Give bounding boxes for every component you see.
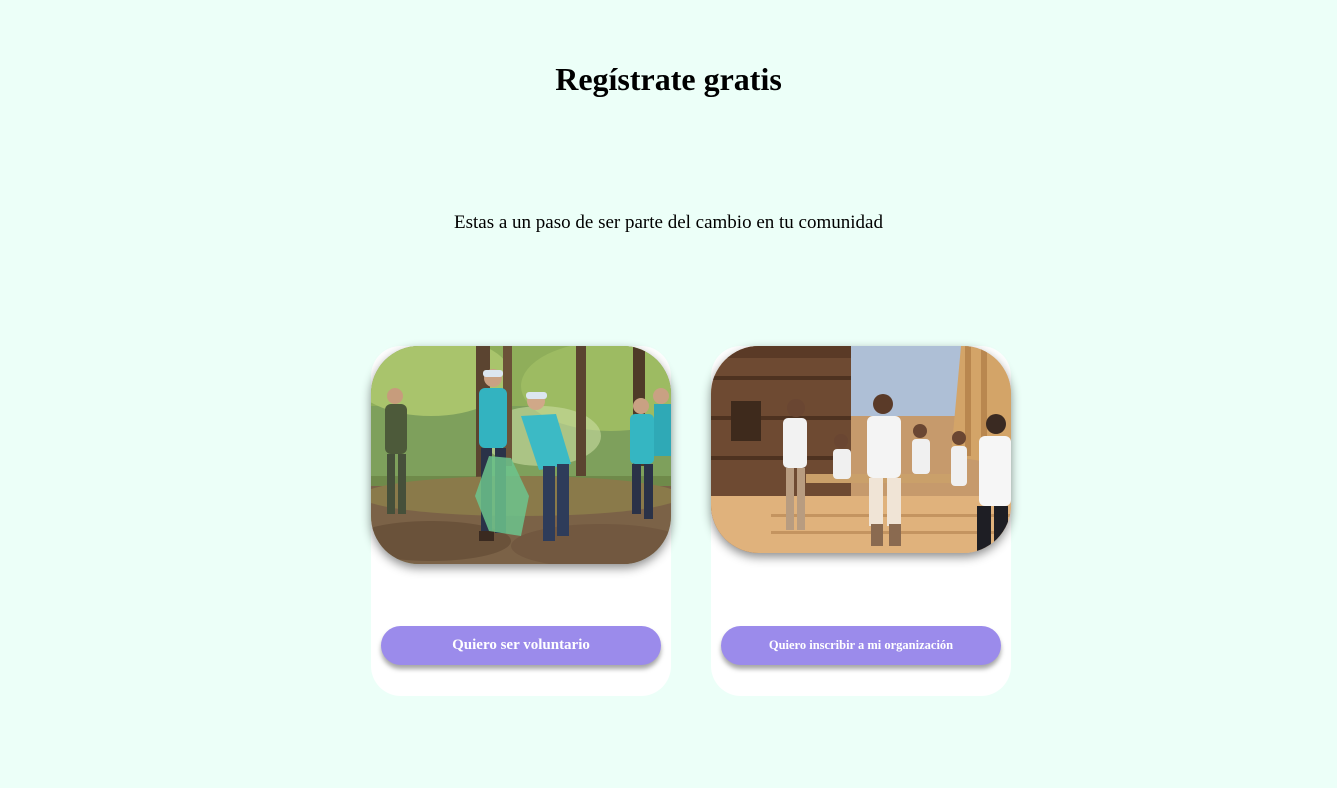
page-subtitle: Estas a un paso de ser parte del cambio … (454, 212, 883, 233)
volunteer-card: Quiero ser voluntario (371, 346, 671, 696)
volunteers-building-house-photo (711, 346, 1011, 553)
volunteers-cleaning-forest-photo (371, 346, 671, 564)
organization-signup-button[interactable]: Quiero inscribir a mi organización (721, 626, 1001, 665)
page-title: Regístrate gratis (555, 61, 782, 97)
volunteer-signup-button[interactable]: Quiero ser voluntario (381, 626, 661, 665)
organization-card: Quiero inscribir a mi organización (711, 346, 1011, 696)
